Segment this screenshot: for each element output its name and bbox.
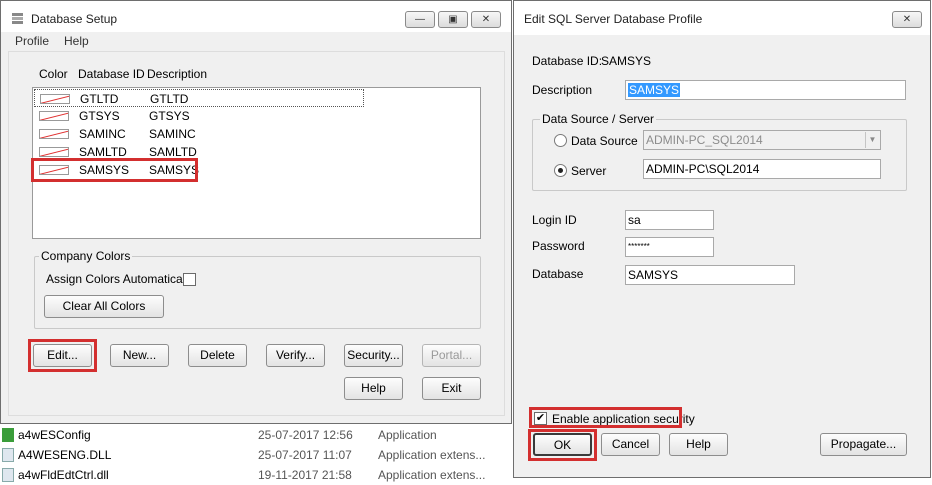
database-setup-window: Database Setup — ▣ ✕ Profile Help Color … [0, 0, 512, 424]
clear-all-colors-button[interactable]: Clear All Colors [44, 295, 164, 318]
new-button[interactable]: New... [110, 344, 169, 367]
list-item[interactable]: SAMINC SAMINC [34, 125, 364, 143]
column-header-color: Color [39, 67, 68, 81]
color-swatch [39, 129, 69, 139]
file-type: Application extens... [378, 448, 486, 462]
maximize-button[interactable]: ▣ [438, 11, 468, 28]
column-header-description: Description [147, 67, 208, 81]
dll-icon [2, 468, 14, 482]
assign-colors-label: Assign Colors Automatically [46, 272, 195, 286]
cancel-button[interactable]: Cancel [601, 433, 660, 456]
server-field[interactable]: ADMIN-PC\SQL2014 [643, 159, 881, 179]
file-row[interactable]: a4wESConfig 25-07-2017 12:56 Application [0, 425, 512, 445]
file-type: Application [378, 428, 437, 442]
password-label: Password [532, 239, 585, 253]
chevron-down-icon: ▼ [865, 132, 879, 148]
login-id-field[interactable]: sa [625, 210, 714, 230]
close-button[interactable]: ✕ [471, 11, 501, 28]
highlight-edit-button [28, 339, 97, 372]
window-title: Edit SQL Server Database Profile [524, 12, 703, 26]
password-value: ******* [628, 242, 650, 251]
password-field[interactable]: ******* [625, 237, 714, 257]
list-item[interactable]: GTLTD GTLTD [34, 89, 364, 107]
window-title: Database Setup [31, 12, 118, 26]
assign-colors-checkbox[interactable] [183, 273, 196, 286]
file-row[interactable]: A4WESENG.DLL 25-07-2017 11:07 Applicatio… [0, 445, 512, 465]
help-button[interactable]: Help [669, 433, 728, 456]
datasource-group-legend: Data Source / Server [540, 112, 657, 126]
dll-icon [2, 448, 14, 462]
menu-profile[interactable]: Profile [15, 34, 49, 48]
file-name: A4WESENG.DLL [18, 448, 112, 462]
company-colors-legend: Company Colors [39, 249, 133, 263]
description-label: Description [532, 83, 593, 97]
file-list: a4wESConfig 25-07-2017 12:56 Application… [0, 424, 512, 482]
file-date: 25-07-2017 11:07 [258, 448, 352, 462]
database-id-label: Database ID: [532, 54, 603, 68]
minimize-button[interactable]: — [405, 11, 435, 28]
menu-help[interactable]: Help [64, 34, 89, 48]
file-type: Application extens... [378, 468, 486, 482]
datasource-value: ADMIN-PC_SQL2014 [646, 133, 763, 147]
database-desc: GTLTD [150, 92, 189, 106]
color-swatch [39, 147, 69, 157]
database-id: GTLTD [80, 92, 119, 106]
edit-profile-window: Edit SQL Server Database Profile ✕ Datab… [513, 0, 931, 478]
file-date: 25-07-2017 12:56 [258, 428, 353, 442]
file-name: a4wFldEdtCtrl.dll [18, 468, 109, 482]
database-desc: SAMINC [149, 127, 196, 141]
delete-button[interactable]: Delete [188, 344, 247, 367]
color-swatch [40, 94, 70, 104]
app-icon [11, 11, 25, 25]
server-value: ADMIN-PC\SQL2014 [646, 162, 760, 176]
title-bar[interactable]: Edit SQL Server Database Profile ✕ [514, 1, 930, 35]
datasource-select[interactable]: ADMIN-PC_SQL2014 ▼ [643, 130, 881, 150]
database-id: SAMINC [79, 127, 126, 141]
app-icon [2, 428, 14, 442]
server-label: Server [571, 164, 607, 178]
file-date: 19-11-2017 21:58 [258, 468, 352, 482]
highlight-samsys-row [31, 158, 198, 182]
server-radio[interactable] [554, 164, 567, 177]
datasource-radio[interactable] [554, 134, 567, 147]
login-id-value: sa [628, 213, 641, 227]
exit-button[interactable]: Exit [422, 377, 481, 400]
database-label: Database [532, 267, 584, 281]
database-desc: GTSYS [149, 109, 190, 123]
database-id-value: SAMSYS [601, 54, 652, 68]
title-bar[interactable]: Database Setup — ▣ ✕ [1, 1, 511, 35]
list-item[interactable]: GTSYS GTSYS [34, 107, 364, 125]
menu-bar: Profile Help [1, 32, 511, 50]
security-button[interactable]: Security... [344, 344, 403, 367]
company-colors-group [34, 256, 481, 329]
database-value: SAMSYS [628, 268, 679, 282]
description-field[interactable]: SAMSYS [625, 80, 906, 100]
highlight-ok-button [528, 429, 597, 461]
portal-button[interactable]: Portal... [422, 344, 481, 367]
verify-button[interactable]: Verify... [266, 344, 325, 367]
database-id: GTSYS [79, 109, 120, 123]
help-button[interactable]: Help [344, 377, 403, 400]
propagate-button[interactable]: Propagate... [820, 433, 907, 456]
database-field[interactable]: SAMSYS [625, 265, 795, 285]
column-header-id: Database ID [78, 67, 145, 81]
file-row[interactable]: a4wFldEdtCtrl.dll 19-11-2017 21:58 Appli… [0, 465, 512, 485]
datasource-label: Data Source [571, 134, 638, 148]
color-swatch [39, 111, 69, 121]
close-button[interactable]: ✕ [892, 11, 922, 28]
highlight-security-checkbox [529, 407, 682, 428]
login-id-label: Login ID [532, 213, 577, 227]
description-value: SAMSYS [628, 83, 681, 97]
file-name: a4wESConfig [18, 428, 91, 442]
